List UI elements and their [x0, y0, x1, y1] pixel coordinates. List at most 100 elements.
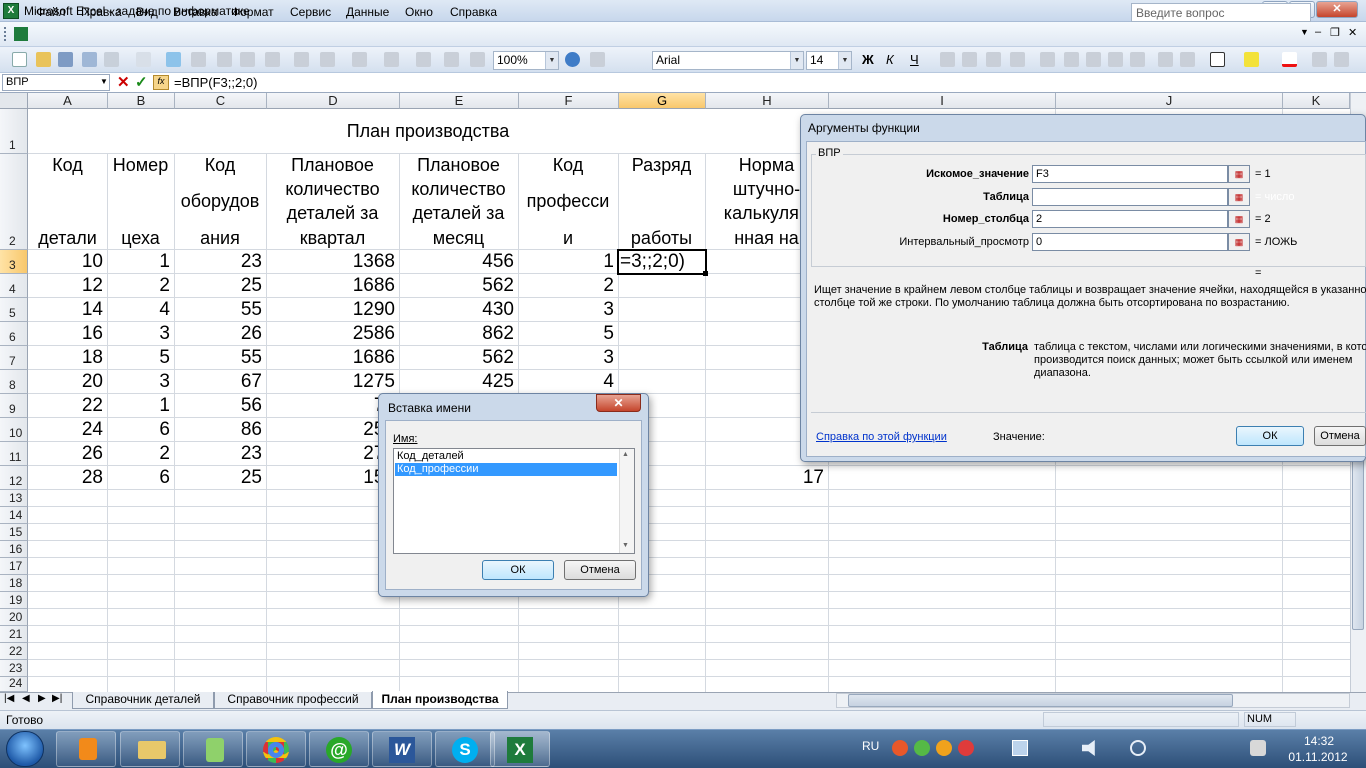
column-header-b[interactable]: B [108, 93, 175, 109]
menu-format[interactable]: Формат [231, 5, 274, 19]
save-icon[interactable] [58, 52, 73, 67]
excel-app-icon[interactable]: X [3, 3, 19, 19]
fill-color-icon[interactable] [1244, 52, 1259, 67]
name-box[interactable]: ВПР [2, 74, 110, 91]
menu-help[interactable]: Справка [450, 5, 497, 19]
cell-d6[interactable]: 2586 [266, 323, 399, 345]
scroll-down-icon[interactable]: ▼ [622, 542, 629, 549]
cell-c10[interactable]: 86 [174, 419, 266, 441]
format-painter-icon[interactable] [265, 52, 280, 67]
row-header-7[interactable]: 7 [0, 346, 28, 370]
tray-app-icon[interactable] [892, 740, 908, 756]
cell-f6[interactable]: 5 [518, 323, 618, 345]
collapse-dialog-icon[interactable]: ▦ [1228, 188, 1250, 206]
start-button-icon[interactable] [6, 731, 44, 767]
row-header-6[interactable]: 6 [0, 322, 28, 346]
language-indicator[interactable]: RU [862, 739, 879, 753]
cell-b3[interactable]: 1 [107, 251, 174, 273]
row-header-10[interactable]: 10 [0, 418, 28, 442]
underline-icon[interactable]: Ч [910, 52, 919, 67]
arg-column-index-input[interactable]: 2 [1032, 210, 1228, 228]
cell-e3[interactable]: 456 [399, 251, 518, 273]
function-ok-button[interactable]: ОК [1236, 426, 1304, 446]
font-select[interactable]: Arial ▼ [652, 51, 804, 70]
cell-a8[interactable]: 20 [28, 371, 107, 393]
row-header-19[interactable]: 19 [0, 592, 28, 609]
cell-d8[interactable]: 1275 [266, 371, 399, 393]
name-item-detail-codes[interactable]: Код_деталей [395, 450, 617, 463]
cell-b7[interactable]: 5 [107, 347, 174, 369]
menu-view[interactable]: Вид [136, 5, 158, 19]
thousands-icon[interactable] [1086, 52, 1101, 67]
row-header-16[interactable]: 16 [0, 541, 28, 558]
increase-indent-icon[interactable] [1180, 52, 1195, 67]
hyperlink-icon[interactable] [352, 52, 367, 67]
cell-e5[interactable]: 430 [399, 299, 518, 321]
cell-c7[interactable]: 55 [174, 347, 266, 369]
row-header-9[interactable]: 9 [0, 394, 28, 418]
ask-dropdown-icon[interactable]: ▼ [1300, 27, 1309, 37]
increase-font-icon[interactable] [1312, 52, 1327, 67]
cell-e6[interactable]: 862 [399, 323, 518, 345]
taskbar-excel-icon[interactable]: X [490, 731, 550, 767]
ask-question-input[interactable]: Введите вопрос [1131, 3, 1311, 22]
row-header-13[interactable]: 13 [0, 490, 28, 507]
row-header-24[interactable]: 24 [0, 676, 28, 692]
cell-c11[interactable]: 23 [174, 443, 266, 465]
cell-a3[interactable]: 10 [28, 251, 107, 273]
draw-icon[interactable] [590, 52, 605, 67]
tab-details-reference[interactable]: Справочник деталей [72, 692, 214, 709]
chart-wizard-icon[interactable] [470, 52, 485, 67]
column-header-i[interactable]: I [829, 93, 1056, 109]
scroll-up-icon[interactable]: ▲ [622, 451, 629, 458]
row-header-15[interactable]: 15 [0, 524, 28, 541]
active-cell-edit-text[interactable]: =3;;2;0) [620, 251, 685, 273]
collapse-dialog-icon[interactable]: ▦ [1228, 165, 1250, 183]
merge-center-icon[interactable] [1010, 52, 1025, 67]
taskbar-word-icon[interactable]: W [372, 731, 432, 767]
zoom-select[interactable]: 100% ▼ [493, 51, 559, 70]
cell-f5[interactable]: 3 [518, 299, 618, 321]
row-header-14[interactable]: 14 [0, 507, 28, 524]
autosum-icon[interactable] [384, 52, 399, 67]
cell-e8[interactable]: 425 [399, 371, 518, 393]
help-icon[interactable] [565, 52, 580, 67]
menu-window[interactable]: Окно [405, 5, 433, 19]
row-header-22[interactable]: 22 [0, 643, 28, 660]
cell-b8[interactable]: 3 [107, 371, 174, 393]
row-header-3[interactable]: 3 [0, 250, 28, 274]
row-header-12[interactable]: 12 [0, 466, 28, 490]
menu-insert[interactable]: Вставка [173, 5, 218, 19]
doc-restore-icon[interactable]: ❐ [1330, 26, 1340, 39]
align-left-icon[interactable] [940, 52, 955, 67]
print-icon[interactable] [104, 52, 119, 67]
menu-file[interactable]: Файл [36, 5, 66, 19]
cell-f4[interactable]: 2 [518, 275, 618, 297]
column-header-j[interactable]: J [1056, 93, 1283, 109]
insert-function-icon[interactable]: fx [153, 75, 169, 90]
taskbar-skype-icon[interactable]: S [435, 731, 495, 767]
tab-production-plan[interactable]: План производства [372, 691, 508, 709]
column-header-c[interactable]: C [175, 93, 267, 109]
show-desktop-icon[interactable] [1250, 740, 1266, 756]
row-header-5[interactable]: 5 [0, 298, 28, 322]
taskbar-explorer-icon[interactable] [120, 731, 180, 767]
spelling-icon[interactable] [166, 52, 181, 67]
cancel-formula-icon[interactable]: ✕ [117, 73, 130, 91]
cell-b6[interactable]: 3 [107, 323, 174, 345]
cell-b12[interactable]: 6 [107, 467, 174, 489]
cell-c6[interactable]: 26 [174, 323, 266, 345]
column-header-a[interactable]: A [28, 93, 108, 109]
tab-first-icon[interactable]: |◀ [4, 693, 14, 704]
cell-b4[interactable]: 2 [107, 275, 174, 297]
insert-name-close-button[interactable]: ✕ [596, 394, 641, 412]
sort-ascending-icon[interactable] [416, 52, 431, 67]
enter-formula-icon[interactable]: ✓ [135, 73, 148, 91]
cell-a9[interactable]: 22 [28, 395, 107, 417]
cell-e4[interactable]: 562 [399, 275, 518, 297]
network-icon[interactable] [1012, 740, 1028, 756]
print-preview-icon[interactable] [136, 52, 151, 67]
cell-c8[interactable]: 67 [174, 371, 266, 393]
row-header-11[interactable]: 11 [0, 442, 28, 466]
permission-icon[interactable] [82, 52, 97, 67]
